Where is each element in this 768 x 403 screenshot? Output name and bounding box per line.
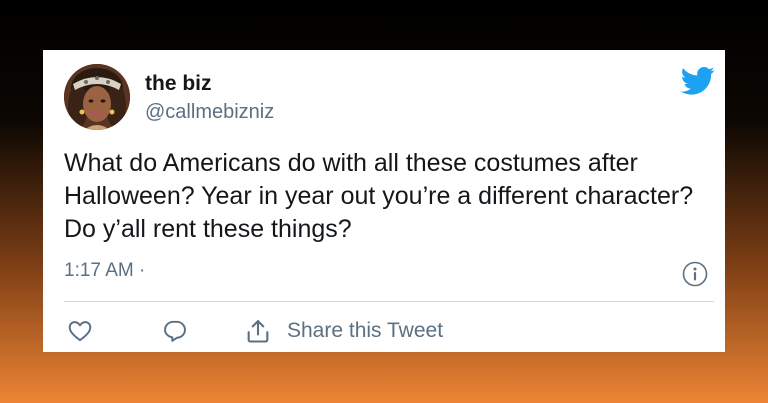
share-label: Share this Tweet xyxy=(287,319,444,342)
avatar-image xyxy=(64,64,130,130)
share-tweet-button[interactable]: Share this Tweet xyxy=(244,316,443,346)
tweet-text: What do Americans do with all these cost… xyxy=(64,149,694,243)
share-icon xyxy=(247,320,269,343)
info-icon[interactable] xyxy=(682,261,708,287)
display-name[interactable]: the biz xyxy=(145,72,212,96)
twitter-bird-icon[interactable] xyxy=(681,66,715,96)
reply-icon[interactable] xyxy=(162,318,188,344)
tweet-timestamp[interactable]: 1:17 AM · xyxy=(64,259,145,283)
user-handle[interactable]: @callmebizniz xyxy=(145,100,274,124)
tweet-card: the biz @callmebizniz What do Americans … xyxy=(43,50,725,352)
divider xyxy=(64,301,714,302)
user-avatar[interactable] xyxy=(64,64,130,130)
heart-icon[interactable] xyxy=(67,318,93,344)
